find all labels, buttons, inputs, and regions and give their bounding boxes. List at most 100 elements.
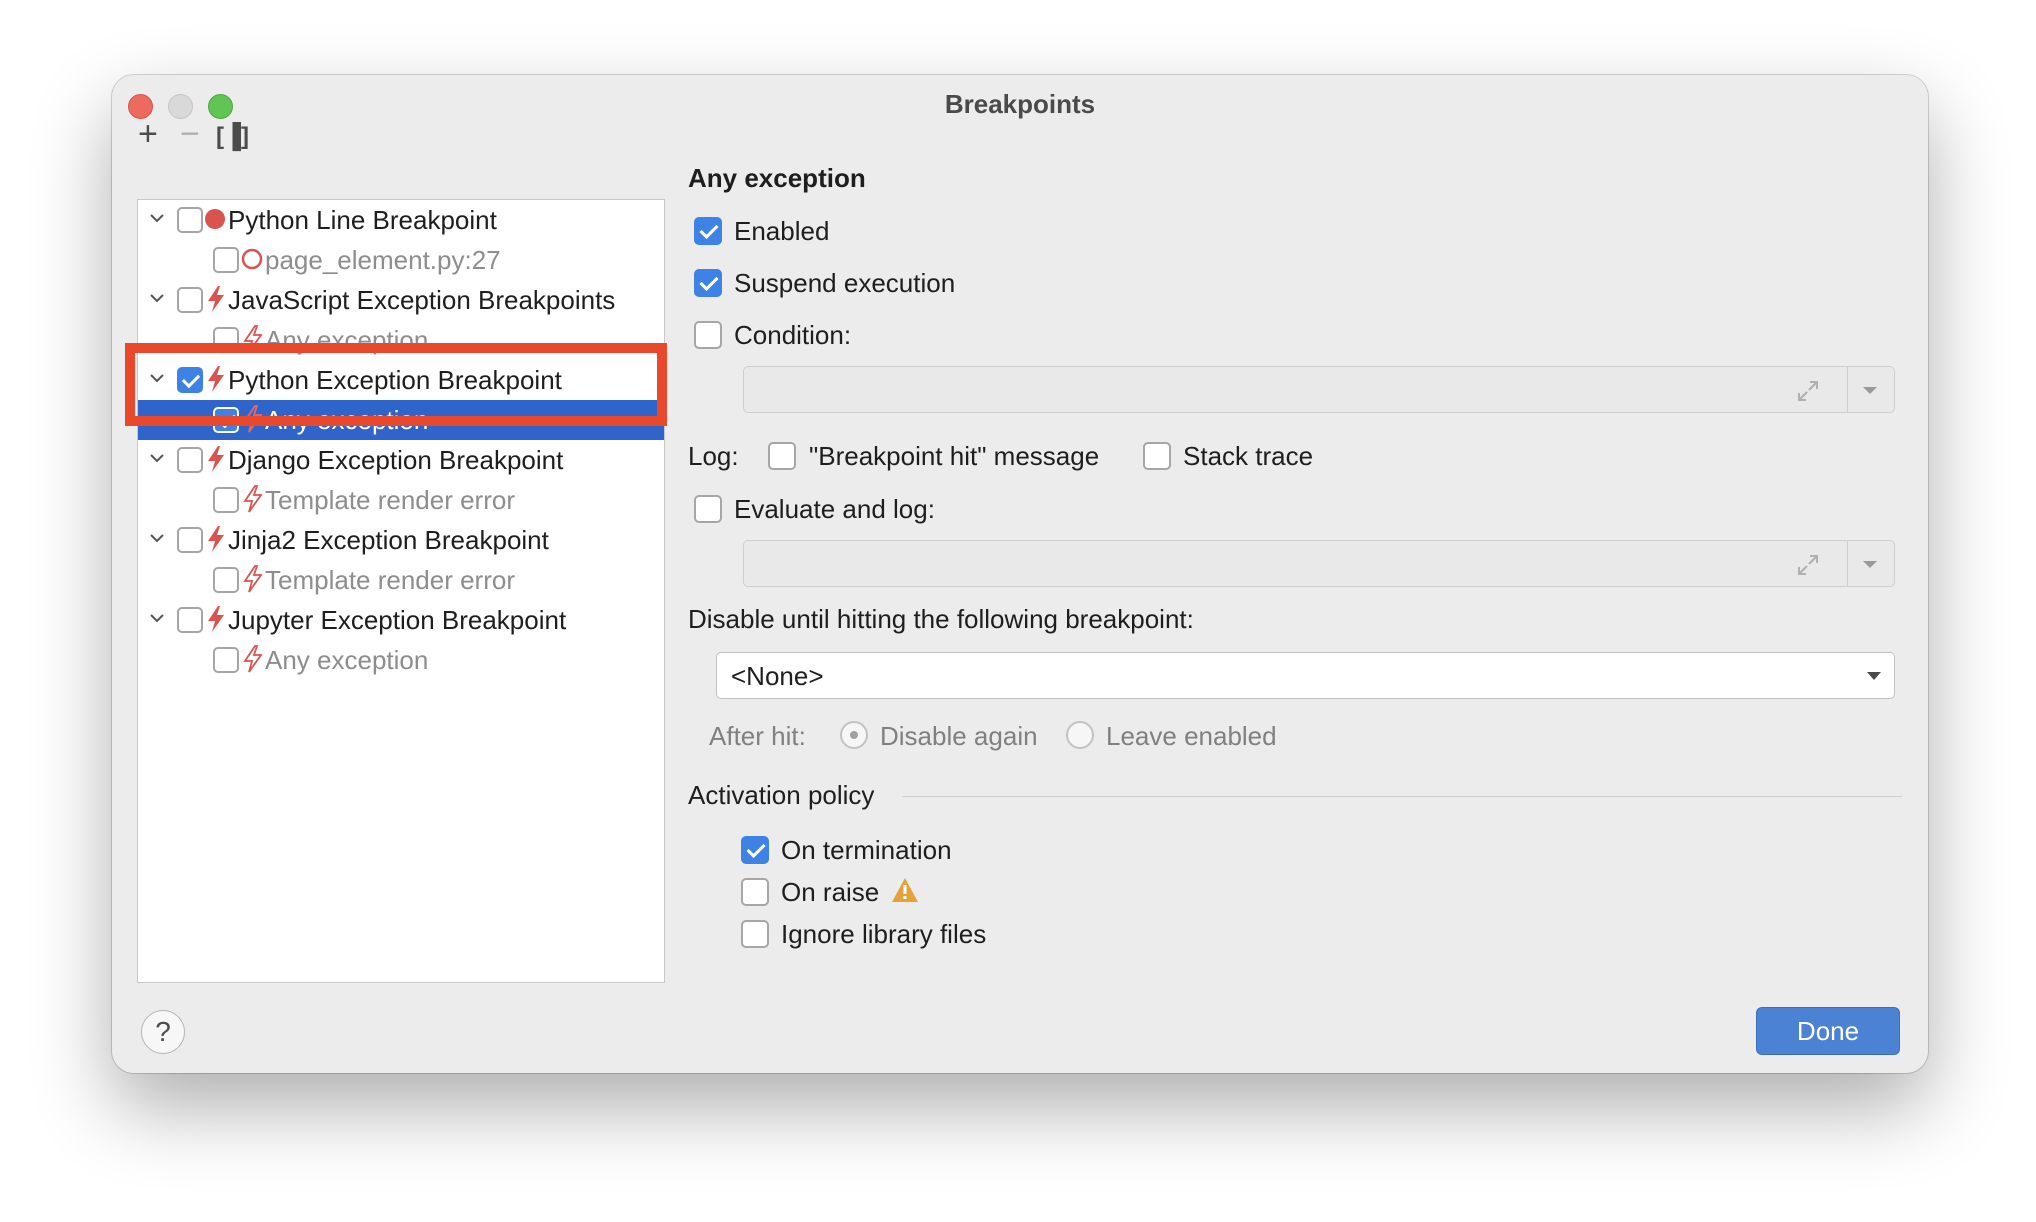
dropdown-arrow-icon[interactable] xyxy=(1864,667,1884,685)
tree-checkbox[interactable] xyxy=(213,327,239,353)
tree-item-label: Python Exception Breakpoint xyxy=(228,365,562,395)
window-title: Breakpoints xyxy=(944,89,1096,119)
expand-icon[interactable] xyxy=(1794,377,1822,405)
disable-again-label[interactable]: Disable again xyxy=(880,721,1038,752)
tree-item-label: Jinja2 Exception Breakpoint xyxy=(228,525,549,555)
chevron-down-icon[interactable] xyxy=(147,286,167,310)
tree-item-label: Any exception xyxy=(265,405,429,435)
disable-again-radio[interactable] xyxy=(840,721,868,749)
tree-item-label: JavaScript Exception Breakpoints xyxy=(228,285,616,315)
red-dot-icon xyxy=(205,209,225,229)
tree-checkbox[interactable] xyxy=(177,527,203,553)
remove-breakpoint-icon[interactable]: − xyxy=(180,117,200,151)
suspend-execution-label[interactable]: Suspend execution xyxy=(734,268,955,299)
details-heading: Any exception xyxy=(688,163,866,193)
stack-trace-label[interactable]: Stack trace xyxy=(1183,441,1313,472)
enabled-label[interactable]: Enabled xyxy=(734,216,829,247)
red-circle-outline-icon xyxy=(241,248,263,270)
group-breakpoints-icon[interactable]: [▐] xyxy=(216,120,249,154)
expand-icon[interactable] xyxy=(1794,551,1822,579)
chevron-down-icon[interactable] xyxy=(147,206,167,230)
lightning-icon xyxy=(243,485,263,513)
tree-checkbox[interactable] xyxy=(177,287,203,313)
tree-row-jupyter-any-exception[interactable]: Any exception xyxy=(138,640,664,680)
evaluate-log-field[interactable] xyxy=(743,540,1895,587)
tree-row-page-element[interactable]: page_element.py:27 xyxy=(138,240,664,280)
tree-item-label: Template render error xyxy=(265,565,515,595)
tree-row-python-line[interactable]: Python Line Breakpoint xyxy=(138,200,664,240)
condition-field[interactable] xyxy=(743,366,1895,413)
tree-checkbox[interactable] xyxy=(213,567,239,593)
breakpoints-dialog: Breakpoints + − [▐] Python Line Breakpoi… xyxy=(112,75,1928,1073)
title-bar: Breakpoints xyxy=(112,75,1928,135)
chevron-down-icon[interactable] xyxy=(147,446,167,470)
log-message-label[interactable]: "Breakpoint hit" message xyxy=(809,441,1099,472)
tree-checkbox[interactable] xyxy=(213,407,239,433)
chevron-down-icon[interactable] xyxy=(147,606,167,630)
warning-icon xyxy=(892,878,918,902)
on-termination-checkbox[interactable] xyxy=(741,836,769,864)
suspend-execution-checkbox[interactable] xyxy=(694,269,722,297)
breakpoints-tree[interactable]: Python Line Breakpoint page_element.py:2… xyxy=(137,199,665,983)
tree-row-jupyter-exception[interactable]: Jupyter Exception Breakpoint xyxy=(138,600,664,640)
tree-item-label: Python Line Breakpoint xyxy=(228,205,497,235)
disable-until-value: <None> xyxy=(731,661,824,691)
condition-label[interactable]: Condition: xyxy=(734,320,851,351)
lightning-icon xyxy=(243,565,263,593)
dropdown-arrow-icon[interactable] xyxy=(1860,555,1880,573)
tree-checkbox[interactable] xyxy=(177,447,203,473)
tree-checkbox[interactable] xyxy=(213,247,239,273)
tree-row-django-exception[interactable]: Django Exception Breakpoint xyxy=(138,440,664,480)
tree-row-python-exception[interactable]: Python Exception Breakpoint xyxy=(138,360,664,400)
ignore-library-checkbox[interactable] xyxy=(741,920,769,948)
help-button[interactable]: ? xyxy=(141,1010,185,1054)
evaluate-log-label[interactable]: Evaluate and log: xyxy=(734,494,935,525)
lightning-icon xyxy=(208,366,224,392)
evaluate-log-checkbox[interactable] xyxy=(694,495,722,523)
dropdown-arrow-icon[interactable] xyxy=(1860,381,1880,399)
lightning-icon xyxy=(208,606,224,632)
stack-trace-checkbox[interactable] xyxy=(1143,442,1171,470)
tree-checkbox[interactable] xyxy=(177,607,203,633)
add-breakpoint-icon[interactable]: + xyxy=(138,117,158,151)
disable-until-select[interactable]: <None> xyxy=(716,652,1895,699)
tree-row-jinja2-template-error[interactable]: Template render error xyxy=(138,560,664,600)
tree-item-label: Template render error xyxy=(265,485,515,515)
tree-item-label: Jupyter Exception Breakpoint xyxy=(228,605,567,635)
log-label: Log: xyxy=(688,441,739,471)
tree-row-jinja2-exception[interactable]: Jinja2 Exception Breakpoint xyxy=(138,520,664,560)
on-raise-checkbox[interactable] xyxy=(741,878,769,906)
on-termination-label[interactable]: On termination xyxy=(781,835,952,866)
tree-item-label: page_element.py:27 xyxy=(265,245,501,275)
after-hit-label: After hit: xyxy=(709,721,806,751)
lightning-icon xyxy=(243,645,263,673)
leave-enabled-radio[interactable] xyxy=(1066,721,1094,749)
enabled-checkbox[interactable] xyxy=(694,217,722,245)
lightning-icon xyxy=(243,405,263,433)
section-separator xyxy=(902,796,1902,797)
disable-until-label: Disable until hitting the following brea… xyxy=(688,604,1194,634)
tree-checkbox[interactable] xyxy=(213,647,239,673)
tree-item-label: Any exception xyxy=(265,645,429,675)
ignore-library-label[interactable]: Ignore library files xyxy=(781,919,986,950)
leave-enabled-label[interactable]: Leave enabled xyxy=(1106,721,1277,752)
tree-item-label: Any exception xyxy=(265,325,429,355)
on-raise-label[interactable]: On raise xyxy=(781,877,879,908)
chevron-down-icon[interactable] xyxy=(147,526,167,550)
tree-row-javascript-exception[interactable]: JavaScript Exception Breakpoints xyxy=(138,280,664,320)
tree-row-js-any-exception[interactable]: Any exception xyxy=(138,320,664,360)
tree-checkbox[interactable] xyxy=(177,367,203,393)
tree-checkbox[interactable] xyxy=(177,207,203,233)
condition-checkbox[interactable] xyxy=(694,321,722,349)
tree-row-python-any-exception[interactable]: Any exception xyxy=(138,400,664,440)
lightning-icon xyxy=(208,286,224,312)
chevron-down-icon[interactable] xyxy=(147,366,167,390)
tree-row-django-template-error[interactable]: Template render error xyxy=(138,480,664,520)
activation-policy-title: Activation policy xyxy=(688,780,875,810)
tree-checkbox[interactable] xyxy=(213,487,239,513)
log-message-checkbox[interactable] xyxy=(768,442,796,470)
tree-item-label: Django Exception Breakpoint xyxy=(228,445,564,475)
done-button[interactable]: Done xyxy=(1756,1007,1900,1055)
lightning-icon xyxy=(243,325,263,353)
lightning-icon xyxy=(208,446,224,472)
